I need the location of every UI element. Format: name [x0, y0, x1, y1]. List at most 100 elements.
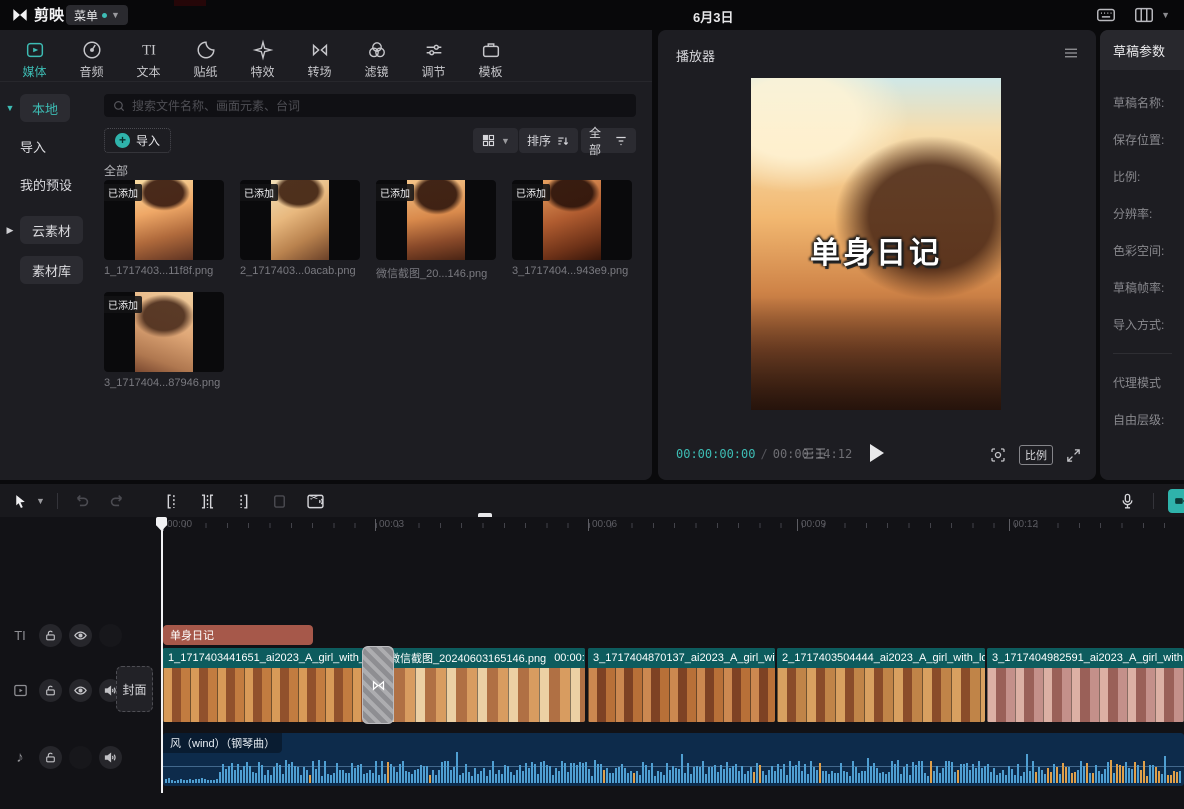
draft-field-proxy: 代理模式: [1113, 374, 1184, 391]
clip-thumbnails: [588, 668, 775, 722]
mirror-audio-icon[interactable]: ✂: [304, 489, 328, 513]
sort-button[interactable]: 排序: [519, 128, 578, 153]
preview-quality-icon[interactable]: [989, 446, 1007, 464]
play-button[interactable]: [870, 444, 884, 462]
player-menu-icon[interactable]: [1062, 44, 1080, 62]
tab-sticker[interactable]: 贴纸: [177, 36, 234, 81]
trim-left-icon[interactable]: [160, 489, 184, 513]
divider: [1113, 353, 1172, 354]
ruler-label: 00:09: [797, 519, 826, 531]
sort-label: 排序: [527, 132, 551, 149]
lock-icon[interactable]: [39, 746, 62, 769]
video-clip[interactable]: 1_1717403441651_ai2023_A_girl_with_lo: [163, 648, 378, 722]
tab-templates[interactable]: 模板: [462, 36, 519, 81]
time-separator: /: [760, 447, 767, 461]
menu-dot: [102, 13, 107, 18]
text-track-header: TI: [8, 623, 122, 647]
record-camera-button[interactable]: [1168, 489, 1184, 513]
clip-filename: 2_1717403504444_ai2023_A_girl_with_long: [782, 652, 985, 664]
redo-icon[interactable]: [106, 489, 130, 513]
sidebar-item-local[interactable]: ▼ 本地: [0, 94, 96, 122]
lock-icon[interactable]: [39, 624, 62, 647]
menu-button[interactable]: 菜单 ▼: [66, 5, 128, 25]
ruler-label: 00:06: [588, 519, 617, 531]
sidebar-item-cloud[interactable]: ▶ 云素材: [0, 216, 96, 244]
thumbnail-image: [407, 180, 465, 260]
tab-filters[interactable]: 滤镜: [348, 36, 405, 81]
draft-field-importmode: 导入方式:: [1113, 316, 1184, 333]
divider: [1153, 493, 1154, 509]
clip-thumbnails: [384, 668, 585, 722]
player-controls: 00:00:00:00/00:00:14:12 比例: [658, 440, 1096, 470]
audio-clip[interactable]: 风（wind）（钢琴曲）: [163, 733, 1184, 786]
trim-right-icon[interactable]: [232, 489, 256, 513]
sidebar-item-label: 云素材: [20, 216, 83, 244]
eye-icon[interactable]: [69, 624, 92, 647]
mute-icon-disabled: [99, 624, 122, 647]
tab-audio[interactable]: 音频: [63, 36, 120, 81]
capcut-window: 剪映 菜单 ▼ 6月3日 ▼: [0, 0, 1184, 809]
video-clip[interactable]: 2_1717403504444_ai2023_A_girl_with_long: [777, 648, 985, 722]
chevron-down-icon[interactable]: ▼: [1161, 10, 1170, 20]
media-item[interactable]: 已添加 2_1717403...0acab.png: [240, 180, 360, 277]
clip-thumbnails: [987, 668, 1184, 722]
sidebar-item-presets[interactable]: 我的预设: [0, 170, 96, 198]
import-button[interactable]: + 导入: [104, 128, 171, 153]
playhead-line[interactable]: [161, 517, 163, 793]
shortcut-keyboard-icon[interactable]: [1095, 4, 1117, 26]
media-thumbnail[interactable]: 已添加: [104, 180, 224, 260]
tab-effects[interactable]: 特效: [234, 36, 291, 81]
clip-thumbnails: [777, 668, 985, 722]
microphone-icon[interactable]: [1115, 489, 1139, 513]
clip-thumbnails: [163, 668, 378, 722]
undo-icon[interactable]: [70, 489, 94, 513]
tab-adjust[interactable]: 调节: [405, 36, 462, 81]
media-thumbnail[interactable]: 已添加: [512, 180, 632, 260]
transition-element[interactable]: [362, 646, 394, 724]
grid-view-icon: [481, 133, 496, 148]
preview-title-overlay[interactable]: 单身日记: [751, 228, 1001, 272]
player-title: 播放器: [676, 46, 715, 65]
media-item[interactable]: 已添加 1_1717403...11f8f.png: [104, 180, 224, 277]
frame-preview-icon[interactable]: [804, 448, 825, 460]
search-bar[interactable]: [104, 94, 636, 117]
caret-right-icon: ▶: [0, 225, 20, 236]
thumbnail-image: [135, 180, 193, 260]
split-clip-icon[interactable]: [196, 489, 220, 513]
media-thumbnail[interactable]: 已添加: [104, 292, 224, 372]
video-track: 1_1717403441651_ai2023_A_girl_with_lo 微信…: [0, 648, 1184, 722]
video-clip[interactable]: 3_1717404982591_ai2023_A_girl_with: [987, 648, 1184, 722]
titlebar: 剪映 菜单 ▼ 6月3日 ▼: [0, 0, 1184, 30]
media-item[interactable]: 已添加 3_1717404...943e9.png: [512, 180, 632, 277]
audio-track-header: ♪: [8, 745, 122, 769]
media-filename: 3_1717404...943e9.png: [512, 265, 632, 277]
fullscreen-icon[interactable]: [1065, 447, 1082, 464]
view-mode-button[interactable]: ▼: [473, 128, 518, 153]
select-cursor-icon[interactable]: [8, 489, 32, 513]
clip-filename: 1_1717403441651_ai2023_A_girl_with_lo: [168, 652, 374, 664]
media-thumbnail[interactable]: 已添加: [240, 180, 360, 260]
sticker-icon: [195, 39, 217, 61]
tab-transitions[interactable]: 转场: [291, 36, 348, 81]
ratio-button[interactable]: 比例: [1019, 445, 1053, 465]
speaker-icon[interactable]: [99, 746, 122, 769]
media-thumbnail[interactable]: 已添加: [376, 180, 496, 260]
tab-label: 音频: [79, 63, 103, 80]
filter-button[interactable]: 全部: [581, 128, 636, 153]
media-filename: 微信截图_20...146.png: [376, 265, 496, 281]
layout-panels-icon[interactable]: [1133, 4, 1155, 26]
media-item[interactable]: 已添加 微信截图_20...146.png: [376, 180, 496, 281]
search-input[interactable]: [132, 99, 628, 113]
thumbnail-image: [543, 180, 601, 260]
media-item[interactable]: 已添加 3_1717404...87946.png: [104, 292, 224, 389]
video-clip[interactable]: 3_1717404870137_ai2023_A_girl_with: [588, 648, 775, 722]
tab-text[interactable]: TI 文本: [120, 36, 177, 81]
video-preview[interactable]: 单身日记: [751, 78, 1001, 410]
text-clip[interactable]: 单身日记: [163, 625, 313, 645]
chevron-down-icon[interactable]: ▼: [36, 496, 45, 506]
sidebar-item-import[interactable]: 导入: [0, 132, 96, 160]
video-clip[interactable]: 微信截图_20240603165146.png 00:00:0: [384, 648, 585, 722]
sidebar-item-stock[interactable]: 素材库: [0, 256, 96, 284]
delete-clip-icon[interactable]: [268, 489, 292, 513]
tab-media[interactable]: 媒体: [6, 36, 63, 81]
